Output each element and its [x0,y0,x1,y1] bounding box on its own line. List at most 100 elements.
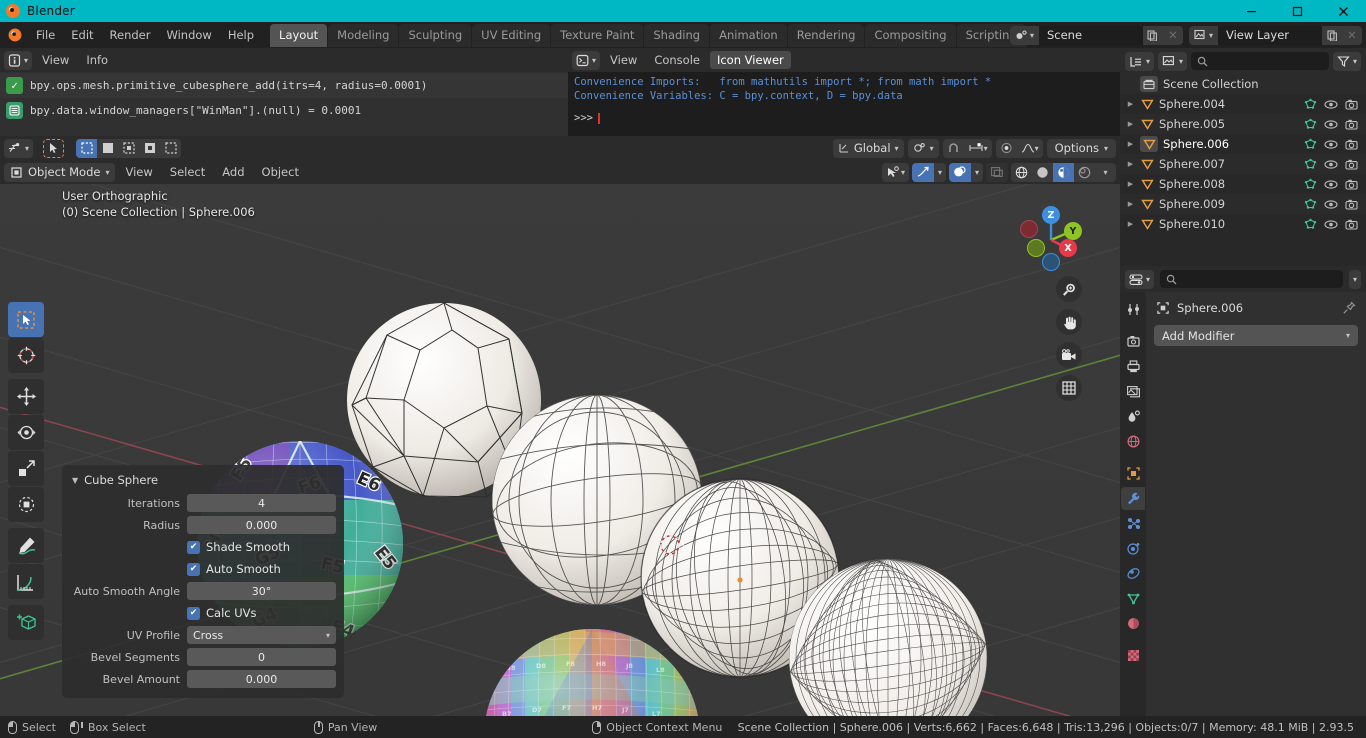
field-bevel-amount[interactable]: Bevel Amount 0.000 [70,670,336,688]
properties-tab-object-data[interactable] [1121,587,1145,610]
gizmo-axis-y[interactable]: Y [1064,222,1082,240]
properties-tab-modifier[interactable] [1121,487,1145,510]
info-log-row[interactable]: bpy.data.window_managers["WinMan"].(null… [0,98,568,123]
disable-in-render-camera-icon[interactable] [1345,199,1358,210]
tool-add-cube[interactable] [8,605,44,640]
tab-rendering[interactable]: Rendering [787,23,865,47]
field-bevel-segments[interactable]: Bevel Segments 0 [70,648,336,666]
editor-type-info-button[interactable]: ▾ [4,50,33,70]
pan-hand-icon[interactable] [1056,309,1082,335]
editor-type-outliner-button[interactable]: ▾ [1125,51,1155,71]
viewport-menu-select[interactable]: Select [163,163,212,181]
gizmo-axis-x[interactable]: X [1059,239,1077,257]
console-menu-icon-viewer[interactable]: Icon Viewer [709,51,791,69]
expand-triangle-icon[interactable]: ▶ [1126,120,1135,128]
properties-tab-physics[interactable] [1121,537,1145,560]
view-layer-selector[interactable]: ▾ View Layer ✕ [1188,25,1362,45]
tab-shading[interactable]: Shading [644,23,710,47]
outliner-item-sphere-005[interactable]: ▶ Sphere.005 [1120,114,1366,134]
tool-scale[interactable] [8,451,44,486]
properties-tab-scene[interactable] [1121,405,1145,428]
zoom-icon[interactable] [1056,276,1082,302]
transform-orientation-selector[interactable]: Global ▾ [832,138,904,158]
disable-in-render-camera-icon[interactable] [1345,119,1358,130]
disable-in-render-camera-icon[interactable] [1345,159,1358,170]
field-value[interactable]: 0.000 [187,670,336,688]
field-radius[interactable]: Radius 0.000 [70,516,336,534]
field-auto-smooth[interactable]: ✔ Auto Smooth [70,560,336,578]
tool-cursor[interactable] [8,338,44,373]
hide-in-viewport-eye-icon[interactable] [1324,179,1338,190]
mesh-data-icon[interactable] [1304,98,1317,110]
select-invert-icon[interactable] [139,138,161,158]
outliner-display-mode-button[interactable]: ▾ [1158,51,1188,71]
properties-tab-texture[interactable] [1121,644,1145,667]
tool-rotate[interactable] [8,415,44,450]
toggle-ortho-grid-icon[interactable] [1056,375,1082,401]
gizmo-axis-neg-y[interactable] [1027,239,1045,257]
minimize-button[interactable] [1228,0,1274,22]
hide-in-viewport-eye-icon[interactable] [1324,159,1338,170]
tool-transform[interactable] [8,487,44,522]
navigation-gizmo[interactable]: Z Y X [1012,196,1090,274]
outliner-scene-collection-row[interactable]: ▶ Scene Collection [1120,74,1366,94]
scene-selector[interactable]: ▾ Scene ✕ [1009,25,1183,45]
tool-move[interactable] [8,379,44,414]
select-subtract-icon[interactable] [118,138,140,158]
field-value[interactable]: 0 [187,648,336,666]
mesh-data-icon[interactable] [1304,138,1317,150]
disable-in-render-camera-icon[interactable] [1345,179,1358,190]
mesh-data-icon[interactable] [1304,178,1317,190]
editor-type-properties-button[interactable]: ▾ [1125,269,1155,289]
falloff-curve-icon[interactable]: ▾ [1016,138,1043,158]
menu-help[interactable]: Help [220,25,262,45]
disable-in-render-camera-icon[interactable] [1345,99,1358,110]
checkbox-checked-icon[interactable]: ✔ [187,562,200,576]
tool-tweak-select-box[interactable] [8,302,44,337]
close-button[interactable] [1320,0,1366,22]
select-extend-icon[interactable] [97,138,119,158]
outliner-item-sphere-010[interactable]: ▶ Sphere.010 [1120,214,1366,234]
properties-tab-view-layer[interactable] [1121,380,1145,403]
shading-options-icon[interactable]: ▾ [1095,162,1116,182]
interaction-mode-selector[interactable]: Object Mode ▾ [4,162,116,182]
hide-in-viewport-eye-icon[interactable] [1324,219,1338,230]
expand-triangle-icon[interactable]: ▶ [1126,200,1135,208]
menu-render[interactable]: Render [102,25,159,45]
overlay-options-icon[interactable]: ▾ [970,162,983,182]
tool-annotate[interactable] [8,528,44,563]
console-output[interactable]: Convenience Imports: from mathutils impo… [568,72,1120,125]
viewport-menu-object[interactable]: Object [255,163,306,181]
properties-tab-constraints[interactable] [1121,562,1145,585]
properties-tab-tool[interactable] [1121,298,1145,321]
menu-edit[interactable]: Edit [63,25,101,45]
remove-view-layer-button[interactable]: ✕ [1342,25,1362,45]
field-iterations[interactable]: Iterations 4 [70,494,336,512]
tab-modeling[interactable]: Modeling [328,23,399,47]
checkbox-checked-icon[interactable]: ✔ [187,540,200,554]
mesh-data-icon[interactable] [1304,198,1317,210]
properties-tab-particles[interactable] [1121,512,1145,535]
view-layer-name[interactable]: View Layer [1218,25,1322,45]
gizmo-axis-neg-z[interactable] [1042,253,1060,271]
remove-scene-button[interactable]: ✕ [1162,25,1183,45]
field-shade-smooth[interactable]: ✔ Shade Smooth [70,538,336,556]
field-value[interactable]: 0.000 [187,516,336,534]
shading-rendered-icon[interactable] [1074,162,1095,182]
field-auto-smooth-angle[interactable]: Auto Smooth Angle 30° [70,582,336,600]
viewport-menu-add[interactable]: Add [215,163,251,181]
editor-type-3dview-button[interactable]: ▾ [4,138,34,158]
info-menu-info[interactable]: Info [79,51,115,69]
add-modifier-button[interactable]: Add Modifier ▾ [1154,325,1358,346]
outliner-item-sphere-006[interactable]: ▶ Sphere.006 [1120,134,1366,154]
shading-solid-icon[interactable] [1032,162,1053,182]
object-visibility-icon[interactable]: ▾ [881,162,909,182]
shading-wireframe-icon[interactable] [1011,162,1032,182]
maximize-button[interactable] [1274,0,1320,22]
outliner-item-sphere-004[interactable]: ▶ Sphere.004 [1120,94,1366,114]
toggle-xray-icon[interactable] [986,162,1008,182]
expand-triangle-icon[interactable]: ▶ [1126,100,1135,108]
tab-layout[interactable]: Layout [270,23,328,47]
properties-tab-render[interactable] [1121,330,1145,353]
operator-panel-header[interactable]: ▼ Cube Sphere [70,471,336,494]
